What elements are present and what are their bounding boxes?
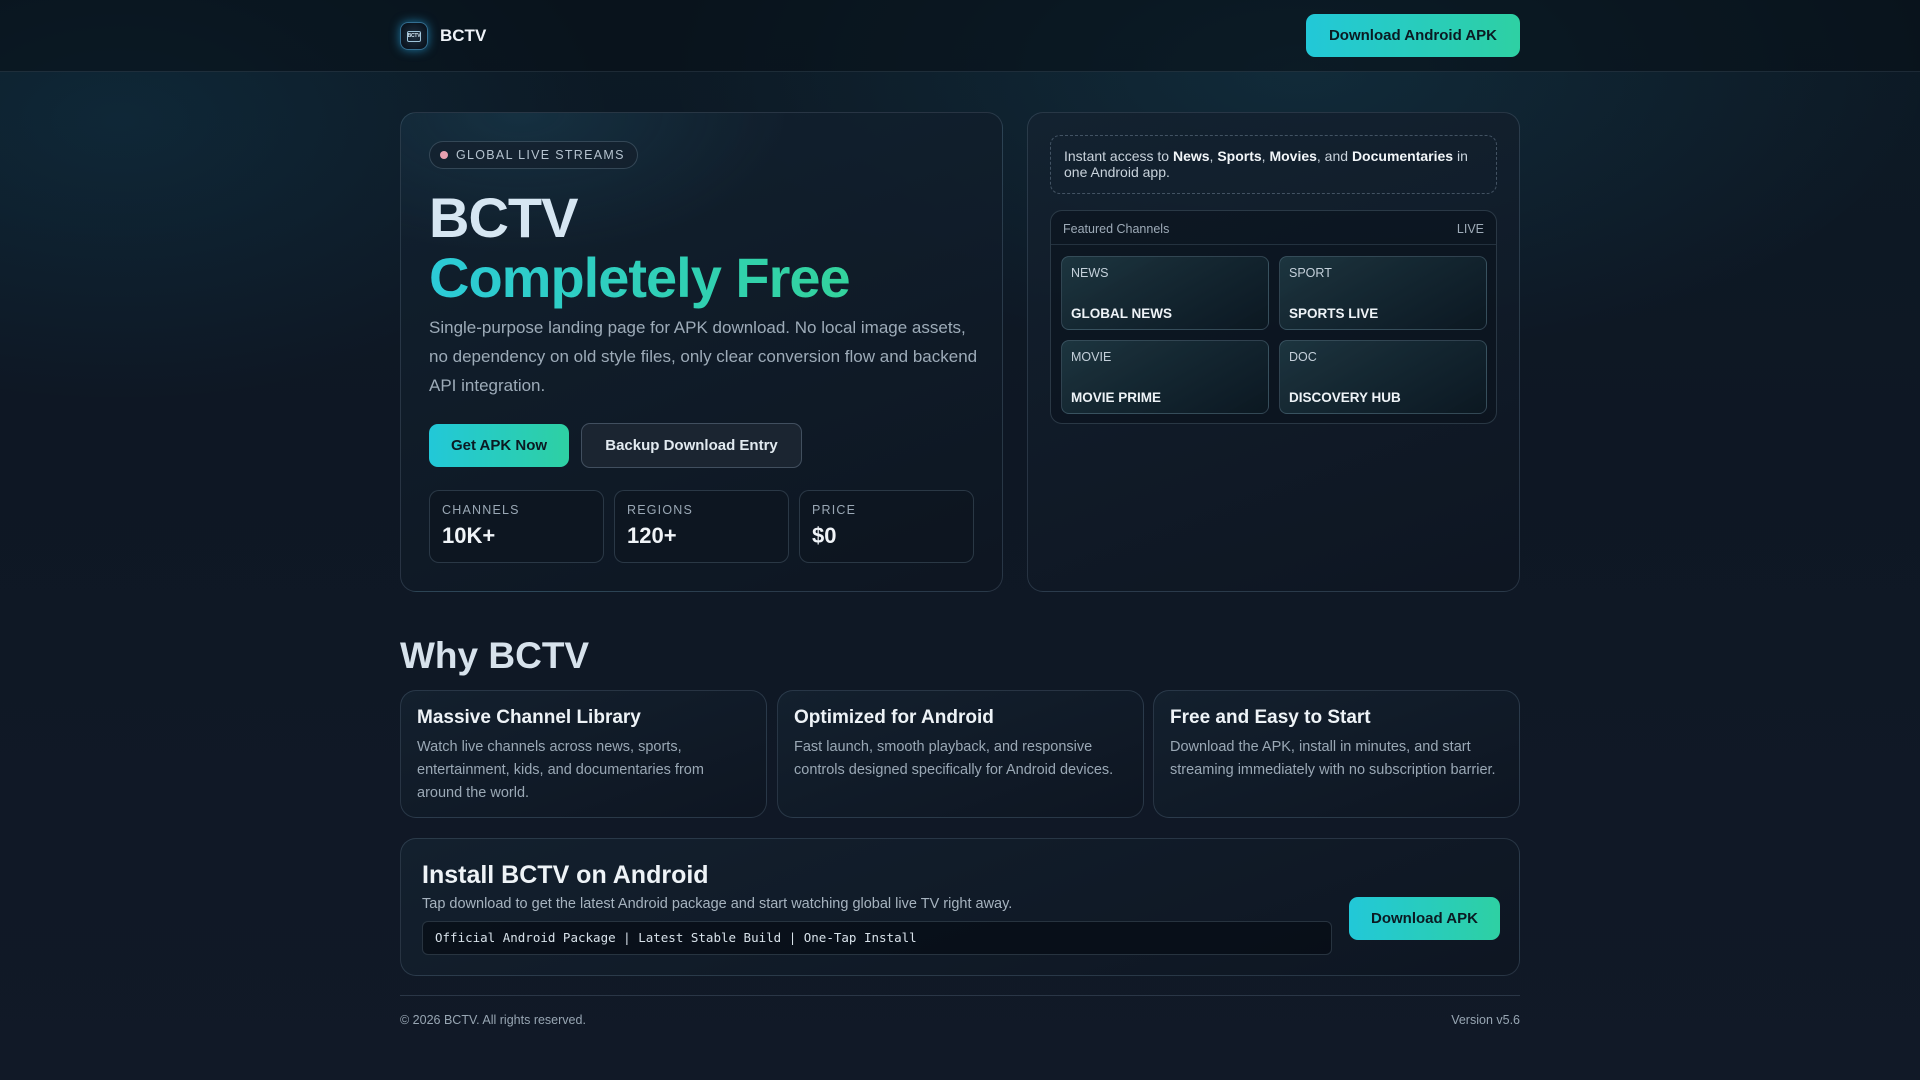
stat-label: REGIONS xyxy=(627,503,694,517)
stat-label: CHANNELS xyxy=(442,503,520,517)
global-live-badge: GLOBAL LIVE STREAMS xyxy=(429,141,638,169)
notice-prefix: Instant access to xyxy=(1064,148,1173,164)
channel-category: SPORT xyxy=(1289,266,1332,280)
stat-value: $0 xyxy=(812,523,837,548)
brand-name: BCTV xyxy=(440,26,487,45)
install-description: Tap download to get the latest Android p… xyxy=(422,896,1013,912)
notice-movies: Movies xyxy=(1269,148,1317,164)
package-info: Official Android Package | Latest Stable… xyxy=(422,921,1332,955)
backup-download-button[interactable]: Backup Download Entry xyxy=(581,423,802,468)
feature-card-android: Optimized for Android Fast launch, smoot… xyxy=(777,690,1144,818)
install-section: Install BCTV on Android Tap download to … xyxy=(400,838,1520,976)
version-label: Version v5.6 xyxy=(1451,1013,1520,1027)
channel-name: MOVIE PRIME xyxy=(1071,390,1162,405)
download-apk-button[interactable]: Download APK xyxy=(1349,897,1500,940)
install-title: Install BCTV on Android xyxy=(422,861,709,889)
channel-category: MOVIE xyxy=(1071,350,1112,364)
stat-channels: CHANNELS 10K+ xyxy=(429,490,604,563)
hero-card: GLOBAL LIVE STREAMS BCTV Completely Free… xyxy=(400,112,1003,592)
notice-news: News xyxy=(1172,148,1210,164)
brand[interactable]: BCTV BCTV xyxy=(400,22,486,50)
featured-panel: Instant access to News, Sports, Movies, … xyxy=(1027,112,1520,592)
live-status: LIVE xyxy=(1456,222,1484,236)
hero-subtitle: Completely Free xyxy=(429,246,851,309)
feature-description: Fast launch, smooth playback, and respon… xyxy=(794,739,1114,778)
download-android-apk-button[interactable]: Download Android APK xyxy=(1306,14,1520,57)
feature-title: Free and Easy to Start xyxy=(1170,707,1371,728)
access-notice: Instant access to News, Sports, Movies, … xyxy=(1050,135,1497,194)
channel-category: NEWS xyxy=(1071,266,1109,280)
stat-value: 10K+ xyxy=(442,523,496,548)
stat-label: PRICE xyxy=(812,503,857,517)
notice-separator: , and xyxy=(1316,148,1352,164)
featured-channels: Featured Channels LIVE NEWS GLOBAL NEWS … xyxy=(1050,210,1497,424)
feature-card-library: Massive Channel Library Watch live chann… xyxy=(400,690,767,818)
feature-title: Massive Channel Library xyxy=(417,707,641,728)
get-apk-now-button[interactable]: Get APK Now xyxy=(429,424,569,467)
tv-logo-icon: BCTV xyxy=(400,22,428,50)
channel-name: DISCOVERY HUB xyxy=(1289,390,1401,405)
logo-mark: BCTV xyxy=(407,30,421,42)
stat-price: PRICE $0 xyxy=(799,490,974,563)
channel-name: SPORTS LIVE xyxy=(1289,306,1379,321)
stat-value: 120+ xyxy=(627,523,677,548)
footer-divider xyxy=(400,995,1520,996)
notice-sports: Sports xyxy=(1217,148,1262,164)
hero-title: BCTV xyxy=(429,186,578,249)
badge-label: GLOBAL LIVE STREAMS xyxy=(456,148,625,162)
notice-documentaries: Documentaries xyxy=(1351,148,1454,164)
channel-card-doc[interactable]: DOC DISCOVERY HUB xyxy=(1279,340,1487,414)
channel-card-movie[interactable]: MOVIE MOVIE PRIME xyxy=(1061,340,1269,414)
featured-header: Featured Channels LIVE xyxy=(1051,211,1496,245)
channel-card-sport[interactable]: SPORT SPORTS LIVE xyxy=(1279,256,1487,330)
feature-description: Watch live channels across news, sports,… xyxy=(417,739,704,801)
status-dot-icon xyxy=(440,151,448,159)
feature-card-free: Free and Easy to Start Download the APK,… xyxy=(1153,690,1520,818)
channel-category: DOC xyxy=(1289,350,1317,364)
why-section-title: Why BCTV xyxy=(400,635,590,676)
feature-title: Optimized for Android xyxy=(794,707,994,728)
hero-description: Single-purpose landing page for APK down… xyxy=(429,318,978,395)
stat-regions: REGIONS 120+ xyxy=(614,490,789,563)
top-navigation-bar: BCTV BCTV Download Android APK xyxy=(0,0,1920,72)
channel-name: GLOBAL NEWS xyxy=(1071,306,1172,321)
feature-description: Download the APK, install in minutes, an… xyxy=(1170,739,1496,778)
featured-title: Featured Channels xyxy=(1063,222,1170,236)
channel-card-news[interactable]: NEWS GLOBAL NEWS xyxy=(1061,256,1269,330)
copyright: © 2026 BCTV. All rights reserved. xyxy=(400,1013,586,1027)
